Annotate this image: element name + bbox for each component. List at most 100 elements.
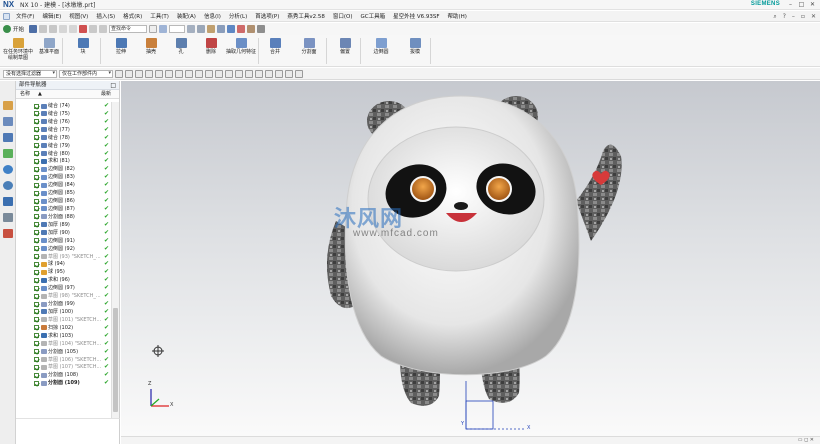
visibility-checkbox[interactable]	[34, 341, 39, 347]
system-materials-icon[interactable]	[2, 197, 13, 206]
sketch-button[interactable]: 在任务环境中绘制草图	[3, 38, 33, 61]
search-icon[interactable]	[149, 25, 158, 33]
process-studio-icon[interactable]	[2, 213, 13, 222]
feature-row[interactable]: 草图 (98) "SKETCH_... ✔	[16, 292, 111, 300]
menu-item[interactable]: 帮助(H)	[444, 12, 471, 20]
feature-row[interactable]: 缝合 (78) ✔	[16, 134, 111, 142]
snap-off-icon[interactable]	[295, 69, 303, 78]
start-icon[interactable]	[3, 25, 11, 33]
menu-item[interactable]: 星空外挂 V6.93SF	[389, 12, 443, 20]
graphics-window[interactable]: 沐风网 www.mfcad.com X Z X Y	[121, 81, 820, 436]
menu-icon[interactable]	[3, 12, 10, 20]
feature-row[interactable]: 边倒圆 (97) ✔	[16, 284, 111, 292]
unite-button[interactable]: 合并	[260, 38, 290, 55]
visibility-checkbox[interactable]	[34, 301, 39, 307]
visibility-checkbox[interactable]	[34, 285, 39, 291]
analysis-icon[interactable]	[237, 25, 246, 33]
visibility-checkbox[interactable]	[34, 230, 39, 236]
delete-icon[interactable]	[79, 25, 88, 33]
window-icon[interactable]	[99, 25, 108, 33]
reuse-library-icon[interactable]	[2, 149, 13, 158]
face-select-icon[interactable]	[155, 69, 163, 78]
hole-button[interactable]: 孔	[166, 38, 196, 55]
history-icon[interactable]	[2, 181, 13, 190]
visibility-checkbox[interactable]	[34, 309, 39, 315]
feature-row[interactable]: 边倒圆 (86) ✔	[16, 197, 111, 205]
select-all-icon[interactable]	[115, 69, 123, 78]
delete-button[interactable]: 删除	[196, 38, 226, 55]
display-icon[interactable]	[197, 25, 206, 33]
visibility-checkbox[interactable]	[34, 190, 39, 196]
feature-row[interactable]: 缝合 (75) ✔	[16, 110, 111, 118]
snap-quadrant-icon[interactable]	[235, 69, 243, 78]
status-controls[interactable]: ▭ ◻ ✕	[798, 437, 814, 443]
menu-item[interactable]: GC工具箱	[356, 12, 389, 20]
layer-icon[interactable]	[187, 25, 196, 33]
snap-pole-icon[interactable]	[275, 69, 283, 78]
visibility-checkbox[interactable]	[34, 151, 39, 157]
shell-button[interactable]: 抽壳	[136, 38, 166, 55]
minimize-button[interactable]: –	[785, 0, 796, 10]
filter-icon[interactable]	[125, 69, 133, 78]
snap-midpoint-icon[interactable]	[195, 69, 203, 78]
visibility-checkbox[interactable]	[34, 198, 39, 204]
feature-row[interactable]: 加厚 (90) ✔	[16, 229, 111, 237]
feature-row[interactable]: 扫掠 (102) ✔	[16, 324, 111, 332]
menu-item[interactable]: 燕秀工具v2.58	[283, 12, 329, 20]
paste-icon[interactable]	[69, 25, 78, 33]
menu-item[interactable]: 窗口(O)	[329, 12, 357, 20]
feature-row[interactable]: 分割面 (105) ✔	[16, 348, 111, 356]
feature-row[interactable]: 加厚 (100) ✔	[16, 308, 111, 316]
snap-intersection-icon[interactable]	[225, 69, 233, 78]
search-icon[interactable]: ⌕	[773, 13, 776, 21]
visibility-checkbox[interactable]	[34, 143, 39, 149]
feature-row[interactable]: 缝合 (76) ✔	[16, 118, 111, 126]
feature-row[interactable]: 边倒圆 (92) ✔	[16, 245, 111, 253]
feature-row[interactable]: 分割面 (99) ✔	[16, 300, 111, 308]
render-icon[interactable]	[207, 25, 216, 33]
visibility-checkbox[interactable]	[34, 349, 39, 355]
feature-row[interactable]: 求和 (81) ✔	[16, 157, 111, 165]
visibility-checkbox[interactable]	[34, 325, 39, 331]
visibility-checkbox[interactable]	[34, 127, 39, 133]
snap-center-icon[interactable]	[205, 69, 213, 78]
feature-select-icon[interactable]	[135, 69, 143, 78]
constraint-navigator-icon[interactable]	[2, 117, 13, 126]
visibility-checkbox[interactable]	[34, 111, 39, 117]
feature-row[interactable]: 球 (94) ✔	[16, 260, 111, 268]
feature-row[interactable]: 草图 (107) "SKETCH... ✔	[16, 363, 111, 371]
feature-row[interactable]: 边倒圆 (85) ✔	[16, 189, 111, 197]
column-name[interactable]: 名称	[20, 90, 30, 99]
box-select-icon[interactable]	[145, 69, 153, 78]
visibility-checkbox[interactable]	[34, 119, 39, 125]
save-icon[interactable]	[29, 25, 38, 33]
menu-item[interactable]: 视图(V)	[65, 12, 92, 20]
visibility-checkbox[interactable]	[34, 103, 39, 109]
visibility-checkbox[interactable]	[34, 364, 39, 370]
visibility-checkbox[interactable]	[34, 238, 39, 244]
start-button[interactable]: 开始	[13, 25, 24, 33]
redo-icon[interactable]	[49, 25, 58, 33]
body-select-icon[interactable]	[165, 69, 173, 78]
assembly-navigator-icon[interactable]	[2, 101, 13, 110]
help-icon[interactable]: ?	[783, 13, 786, 21]
visibility-checkbox[interactable]	[34, 380, 39, 386]
minimize-icon[interactable]: –	[792, 13, 795, 21]
feature-row[interactable]: 缝合 (77) ✔	[16, 126, 111, 134]
visibility-checkbox[interactable]	[34, 206, 39, 212]
scrollbar-thumb[interactable]	[113, 308, 118, 412]
command-finder-input[interactable]: 查找命令	[109, 25, 148, 33]
datum-plane-button[interactable]: 基准平面	[34, 38, 64, 55]
visibility-checkbox[interactable]	[34, 293, 39, 299]
feature-row[interactable]: 球 (95) ✔	[16, 268, 111, 276]
view-icon[interactable]	[159, 25, 168, 33]
restore-icon[interactable]: ▫	[801, 13, 805, 21]
menu-item[interactable]: 文件(F)	[12, 12, 38, 20]
model-canvas[interactable]	[121, 81, 820, 436]
roles-icon[interactable]	[2, 229, 13, 238]
visibility-checkbox[interactable]	[34, 372, 39, 378]
visibility-checkbox[interactable]	[34, 135, 39, 141]
snap-face-icon[interactable]	[265, 69, 273, 78]
menu-item[interactable]: 工具(T)	[146, 12, 173, 20]
feature-row[interactable]: 草图 (101) "SKETCH... ✔	[16, 316, 111, 324]
